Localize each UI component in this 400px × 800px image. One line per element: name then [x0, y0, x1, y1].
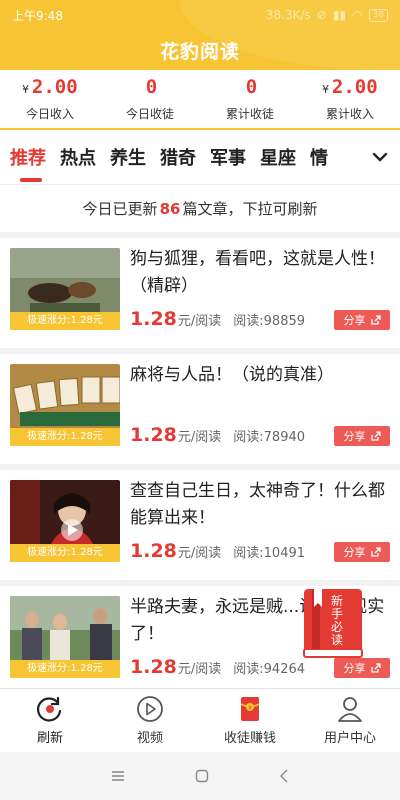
menu-icon[interactable]: [111, 770, 125, 782]
tabs-expand-button[interactable]: [360, 130, 400, 184]
speed-bonus-badge: 极速涨分:1.28元: [10, 660, 120, 678]
article-price: 1.28: [130, 656, 177, 678]
category-tabs: 推荐 热点 养生 猎奇 军事 星座 情: [0, 130, 400, 184]
system-nav-bar: [0, 752, 400, 800]
share-label: 分享: [343, 314, 366, 327]
article-meta: 1.28 元/阅读 阅读:78940: [130, 424, 305, 446]
tab-health[interactable]: 养生: [110, 144, 146, 170]
nav-refresh[interactable]: 刷新: [0, 689, 100, 752]
nav-label: 收徒赚钱: [223, 731, 276, 746]
share-label: 分享: [343, 662, 366, 675]
share-icon: [370, 546, 381, 557]
app-title: 花豹阅读: [159, 40, 240, 63]
article-thumbnail: 极速涨分:1.28元: [10, 596, 120, 678]
read-count: 阅读:78940: [233, 430, 306, 445]
speed-bonus-badge: 极速涨分:1.28元: [10, 312, 120, 330]
article-item[interactable]: 极速涨分:1.28元 麻将与人品！（说的真准） 1.28 元/阅读 阅读:789…: [0, 354, 400, 464]
nav-label: 刷新: [36, 731, 63, 746]
status-time: 上午9:48: [12, 8, 63, 23]
nav-user-center[interactable]: 用户中心: [300, 689, 400, 752]
stat-value: 0: [245, 76, 258, 98]
tab-emotion[interactable]: 情: [310, 144, 328, 170]
chevron-down-icon: [372, 152, 388, 162]
stat-value: 2.00: [331, 76, 378, 98]
notice-prefix: 今日已更新: [82, 200, 158, 218]
price-unit: 元/阅读: [177, 546, 222, 561]
home-icon[interactable]: [195, 769, 209, 783]
stat-label: 累计收入: [325, 107, 374, 121]
refresh-icon: [37, 696, 62, 722]
tab-curious[interactable]: 猎奇: [160, 144, 196, 170]
stat-label: 今日收徒: [125, 107, 174, 121]
share-icon: [370, 430, 381, 441]
share-button[interactable]: 分享: [334, 542, 390, 562]
nav-label: 视频: [136, 731, 163, 746]
article-thumbnail: 极速涨分:1.28元: [10, 364, 120, 446]
earnings-summary: ¥2.00 今日收入 0 今日收徒 0 累计收徒 ¥2.00 累计收入: [0, 70, 400, 128]
price-unit: 元/阅读: [177, 314, 222, 329]
article-item[interactable]: 极速涨分:1.28元 查查自己生日，太神奇了！什么都能算出来！ 1.28 元/阅…: [0, 470, 400, 580]
article-title: 狗与狐狸，看看吧，这就是人性！（精辟）: [130, 249, 385, 296]
tab-military[interactable]: 军事: [210, 144, 246, 170]
stat-total-income[interactable]: ¥2.00 累计收入: [300, 70, 400, 128]
share-icon: [370, 314, 381, 325]
article-thumbnail: 极速涨分:1.28元: [10, 480, 120, 562]
stat-value: 2.00: [31, 76, 78, 98]
back-icon[interactable]: [279, 769, 289, 783]
currency-symbol: ¥: [22, 83, 29, 96]
article-price: 1.28: [130, 308, 177, 330]
stat-today-income[interactable]: ¥2.00 今日收入: [0, 70, 100, 128]
nav-video[interactable]: 视频: [100, 689, 200, 752]
article-title: 麻将与人品！（说的真准）: [130, 365, 334, 385]
notice-suffix: 篇文章，下拉可刷新: [182, 200, 318, 218]
stat-label: 累计收徒: [225, 107, 274, 121]
svg-text:¥: ¥: [248, 705, 252, 711]
article-title: 查查自己生日，太神奇了！什么都能算出来！: [130, 481, 385, 528]
nav-label: 用户中心: [323, 731, 376, 746]
red-envelope-icon: ¥: [240, 697, 260, 721]
share-button[interactable]: 分享: [334, 426, 390, 446]
speed-bonus-badge: 极速涨分:1.28元: [10, 544, 120, 562]
article-price: 1.28: [130, 540, 177, 562]
stat-total-apprentices[interactable]: 0 累计收徒: [200, 70, 300, 128]
user-icon: [338, 697, 362, 722]
read-count: 阅读:10491: [233, 546, 306, 561]
article-meta: 1.28 元/阅读 阅读:94264: [130, 656, 305, 678]
tab-horoscope[interactable]: 星座: [260, 144, 296, 170]
share-label: 分享: [343, 546, 366, 559]
share-icon: [370, 662, 381, 673]
stat-value: 0: [145, 76, 158, 98]
app-header: 花豹阅读: [0, 0, 400, 70]
tab-hot[interactable]: 热点: [60, 144, 96, 170]
update-notice: 今日已更新 86 篇文章，下拉可刷新: [0, 184, 400, 232]
tab-recommend[interactable]: 推荐: [10, 144, 46, 182]
nav-recruit[interactable]: ¥ 收徒赚钱: [200, 689, 300, 752]
article-thumbnail: 极速涨分:1.28元: [10, 248, 120, 330]
read-count: 阅读:98859: [233, 314, 306, 329]
article-price: 1.28: [130, 424, 177, 446]
share-button[interactable]: 分享: [334, 310, 390, 330]
price-unit: 元/阅读: [177, 430, 222, 445]
speed-bonus-badge: 极速涨分:1.28元: [10, 428, 120, 446]
article-item[interactable]: 极速涨分:1.28元 狗与狐狸，看看吧，这就是人性！（精辟） 1.28 元/阅读…: [0, 238, 400, 348]
bottom-navigation: 刷新 视频 ¥ 收徒赚钱 用户中心: [0, 688, 400, 752]
article-meta: 1.28 元/阅读 阅读:10491: [130, 540, 305, 562]
currency-symbol: ¥: [322, 83, 329, 96]
article-meta: 1.28 元/阅读 阅读:98859: [130, 308, 305, 330]
price-unit: 元/阅读: [177, 662, 222, 677]
stat-today-apprentices[interactable]: 0 今日收徒: [100, 70, 200, 128]
play-icon: [137, 696, 163, 722]
newbie-guide-label: 新手必读: [330, 594, 343, 647]
newbie-guide-button[interactable]: 新手必读: [300, 585, 368, 661]
read-count: 阅读:94264: [233, 662, 306, 677]
share-label: 分享: [343, 430, 366, 443]
stat-label: 今日收入: [25, 107, 74, 121]
notice-count: 86: [159, 199, 181, 218]
